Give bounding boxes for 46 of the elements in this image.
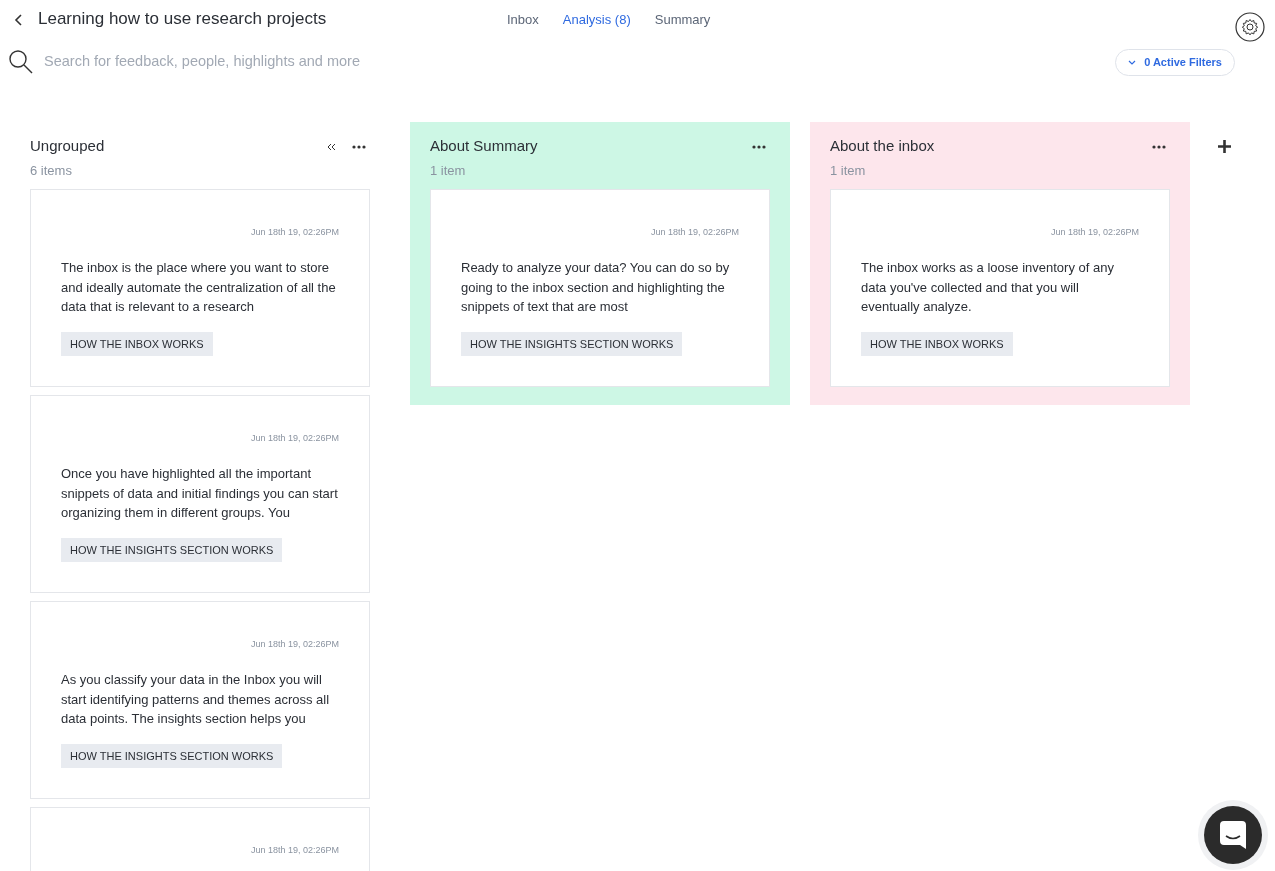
timestamp: Jun 18th 19, 02:26PM [249, 637, 339, 651]
back-icon[interactable] [14, 11, 22, 27]
double-chevron-icon [327, 142, 336, 151]
tag-label: HOW THE INSIGHTS SECTION WORKS [461, 331, 683, 356]
chat-bubble-icon [1220, 821, 1246, 849]
more-icon [352, 144, 366, 149]
feedback-text: The inbox works as a loose inventory of any data you've collected and that you will eventually analyze. [861, 259, 1115, 316]
caret-icon [1128, 59, 1137, 65]
nav-tab[interactable]: Summary [654, 10, 711, 30]
timestamp: Jun 18th 19, 02:26PM [249, 225, 339, 239]
more-icon [752, 144, 766, 149]
group-title: About Summary [430, 135, 538, 156]
settings-button[interactable] [1235, 12, 1265, 42]
feedback-card[interactable]: Jun 18th 19, 02:26PM As you classify your data in the Inbox you will start identifying patterns and themes across all data points. The insights section helps you HOW THE INSIGHTS SECTION WORKS [30, 600, 370, 799]
feedback-text: Ready to analyze your data? You can do so by going to the inbox section and highlighting the snippets of text that are most [461, 259, 731, 316]
plus-icon [1218, 139, 1231, 153]
more-icon [1152, 144, 1166, 149]
feedback-card[interactable]: Jun 18th 19, 02:26PM Once you have highlighted all the important snippets of data and initial findings you can start organizing them in different groups. You HOW THE INSIGHTS SECTION WORKS [30, 394, 370, 593]
chat-button[interactable] [1204, 806, 1262, 864]
tag-label: HOW THE INBOX WORKS [861, 331, 1013, 356]
settings-icon [1235, 12, 1265, 42]
search-icon [8, 49, 34, 76]
feedback-card[interactable]: Jun 18th 19, 02:26PM The inbox works as a loose inventory of any data you've collected and that you will eventually analyze. HOW THE INBOX WORKS [830, 188, 1170, 387]
tag-label: HOW THE INSIGHTS SECTION WORKS [61, 743, 283, 768]
group-title: Ungrouped [30, 135, 105, 156]
feedback-card[interactable]: Jun 18th 19, 02:26PM Ready to analyze your data? You can do so by going to the inbox section and highlighting the snippets of text that are most HOW THE INSIGHTS SECTION WORKS [430, 188, 770, 387]
tag-label: HOW THE INBOX WORKS [61, 331, 213, 356]
nav-tab[interactable]: Analysis (8) [562, 10, 631, 30]
feedback-text: Once you have highlighted all the important snippets of data and initial findings you can start organizing them in different groups. You [61, 465, 339, 522]
feedback-text: The inbox is the place where you want to store and ideally automate the centralization of all the data that is relevant to a research [61, 259, 337, 316]
item-count: 6 items [30, 162, 73, 180]
filters-button[interactable]: 0 Active Filters [1115, 49, 1235, 76]
timestamp: Jun 18th 19, 02:26PM [249, 431, 339, 445]
group-title: About the inbox [830, 135, 935, 156]
add-group-button[interactable] [1218, 137, 1231, 154]
timestamp: Jun 18th 19, 02:26PM [1049, 225, 1139, 239]
feedback-text: As you classify your data in the Inbox you will start identifying patterns and themes across all data points. The insights section helps you [61, 671, 331, 728]
item-count: 1 item [830, 162, 867, 180]
tag-label: HOW THE INSIGHTS SECTION WORKS [61, 537, 283, 562]
item-count: 1 item [430, 162, 467, 180]
feedback-card[interactable]: Jun 18th 19, 02:26PM The inbox is the place where you want to store and ideally automate the centralization of all the data that is relevant to a research HOW THE INBOX WORKS [30, 188, 370, 387]
timestamp: Jun 18th 19, 02:26PM [649, 225, 739, 239]
timestamp: Jun 18th 19, 02:26PM [249, 843, 339, 857]
nav-tab[interactable]: Inbox [507, 10, 539, 30]
page-title: Learning how to use research projects [38, 8, 327, 31]
chevron-left-icon [14, 13, 22, 26]
